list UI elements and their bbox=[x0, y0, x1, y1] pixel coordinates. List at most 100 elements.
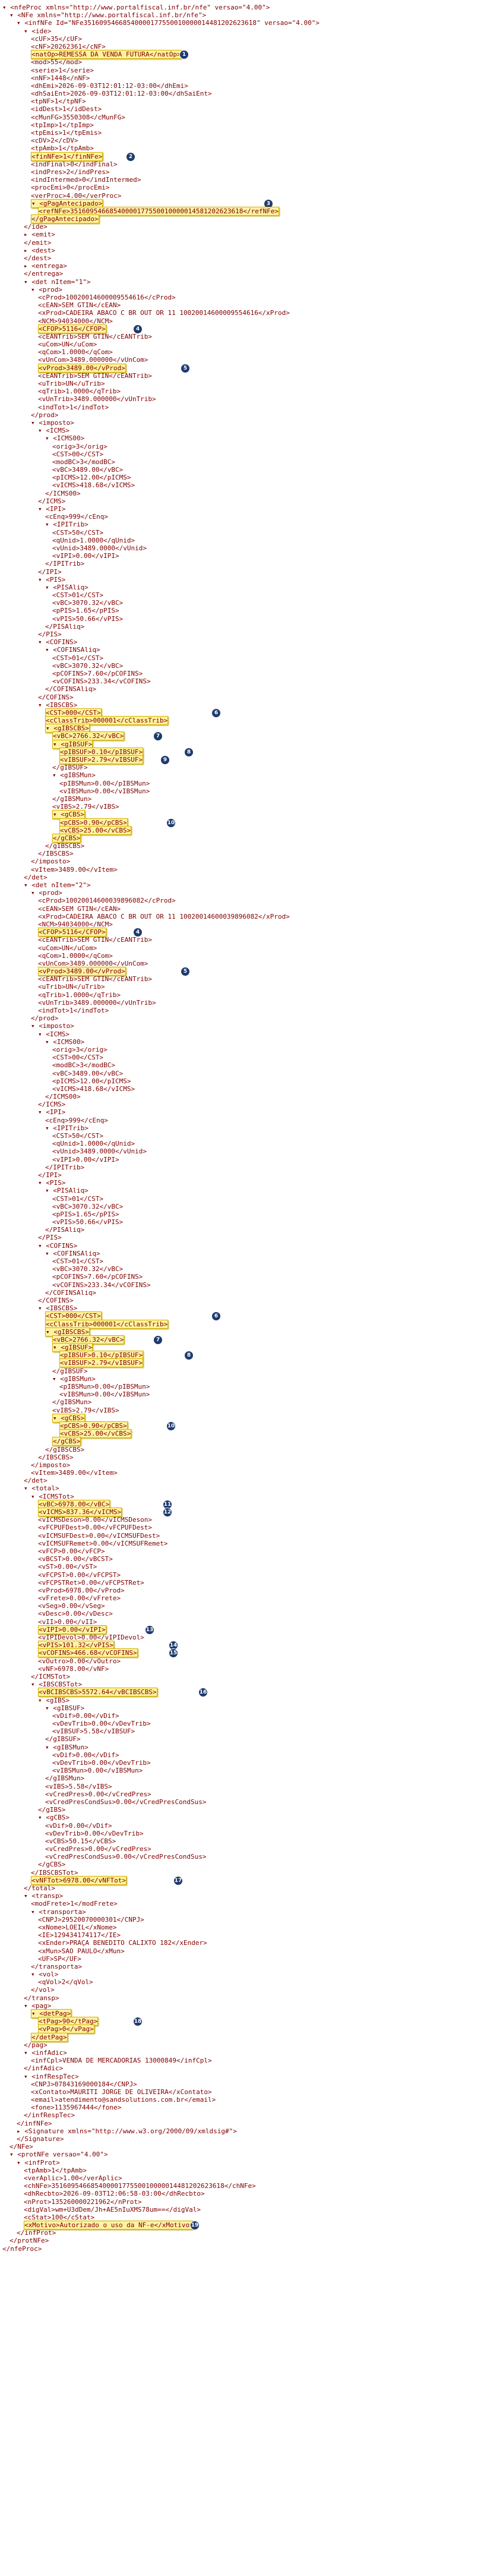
xml-line[interactable]: ▾ <protNFe versao="4.00"> bbox=[2, 2151, 484, 2158]
xml-line: <cEnq>999</cEnq> bbox=[2, 1117, 484, 1124]
xml-line[interactable]: ▾ <PISAliq> bbox=[2, 1187, 484, 1194]
xml-line[interactable]: ▾ <PISAliq> bbox=[2, 584, 484, 591]
xml-line[interactable]: ▾ <imposto> bbox=[2, 1022, 484, 1030]
xml-line[interactable]: ▾ <IPI> bbox=[2, 1108, 484, 1116]
xml-text: </gIBS> bbox=[38, 1806, 66, 1814]
xml-line[interactable]: ▾ <ICMS> bbox=[2, 427, 484, 434]
xml-text: <vUnid>3489.0000</vUnid> bbox=[52, 544, 147, 552]
xml-line: <vII>0.00</vII> bbox=[2, 1618, 484, 1626]
xml-line[interactable]: ▾ <prod> bbox=[2, 286, 484, 294]
xml-line[interactable]: ▾ <COFINSAliq> bbox=[2, 646, 484, 654]
xml-line[interactable]: ▾ <ICMS00> bbox=[2, 434, 484, 442]
xml-text: <email>atendimento@sandsolutions.com.br<… bbox=[31, 2096, 216, 2104]
xml-text: <tpNF>1</tpNF> bbox=[31, 97, 86, 106]
xml-text: </COFINS> bbox=[38, 1296, 74, 1304]
xml-text: <vBC>3070.32</vBC> bbox=[52, 1202, 124, 1210]
xml-line[interactable]: ▾ <ICMS00> bbox=[2, 1038, 484, 1046]
xml-line: <vCOFINS>233.34</vCOFINS> bbox=[2, 677, 484, 685]
xml-line[interactable]: ▾ <det nItem="1"> bbox=[2, 278, 484, 286]
xml-text: <uTrib>UN</uTrib> bbox=[38, 983, 105, 991]
xml-line[interactable]: ▾ <COFINS> bbox=[2, 638, 484, 646]
xml-text: </gIBSUF> bbox=[52, 1367, 88, 1375]
xml-line: <vCOFINS>466.68</vCOFINS> 15 bbox=[2, 1648, 484, 1659]
xml-line[interactable]: ▾ <infProt> bbox=[2, 2159, 484, 2167]
xml-text: <UF>SP</UF> bbox=[38, 1954, 81, 1963]
xml-line[interactable]: ▾ <IPI> bbox=[2, 505, 484, 513]
xml-line[interactable]: ▾ <infAdic> bbox=[2, 2049, 484, 2057]
xml-line[interactable]: ▾ <transporta> bbox=[2, 1908, 484, 1916]
xml-line[interactable]: ▾ <pag> bbox=[2, 2002, 484, 2010]
xml-text: <dhRecbto>2026-09-03T12:06:58-03:00</dhR… bbox=[24, 2190, 205, 2198]
xml-line[interactable]: ▾ <ICMSTot> bbox=[2, 1493, 484, 1500]
xml-text: <vPIS>50.66</vPIS> bbox=[52, 614, 124, 623]
xml-line[interactable]: ▾ <imposto> bbox=[2, 419, 484, 427]
xml-line[interactable]: ▾ <ICMS> bbox=[2, 1030, 484, 1038]
xml-text: </PIS> bbox=[38, 1234, 62, 1242]
xml-text: <vDesc>0.00</vDesc> bbox=[38, 1610, 113, 1618]
xml-line[interactable]: ▾ <gIBS> bbox=[2, 1697, 484, 1704]
xml-text: ▾ <det nItem="1"> bbox=[24, 278, 91, 286]
xml-line[interactable]: ▾ <COFINSAliq> bbox=[2, 1250, 484, 1257]
xml-text: <uTrib>UN</uTrib> bbox=[38, 380, 105, 387]
xml-text: </NFe> bbox=[10, 2143, 33, 2151]
xml-text: ▾ <ICMS00> bbox=[45, 434, 85, 443]
xml-line[interactable]: ▾ <gCBS> bbox=[2, 1814, 484, 1821]
xml-line[interactable]: ▸ <Signature xmlns="http://www.w3.org/20… bbox=[2, 2127, 484, 2135]
xml-text: <cEAN>SEM GTIN</cEAN> bbox=[38, 904, 121, 913]
xml-line[interactable]: ▾ <gIBSMun> bbox=[2, 1743, 484, 1751]
xml-line: </vol> bbox=[2, 1986, 484, 1994]
xml-text: <vUnCom>3489.000000</vUnCom> bbox=[38, 959, 148, 967]
xml-text: <vItem>3489.00</vItem> bbox=[31, 1469, 118, 1477]
xml-text: <CST>00</CST> bbox=[52, 450, 104, 458]
xml-line: <finNFe>1</finNFe> 2 bbox=[2, 152, 484, 162]
xml-line[interactable]: ▾ <gCBS> bbox=[2, 1413, 484, 1423]
xml-line[interactable]: ▾ <IPITrib> bbox=[2, 1124, 484, 1132]
xml-text: <pIBSMun>0.00</pIBSMun> bbox=[59, 1383, 150, 1391]
xml-line[interactable]: ▾ <infRespTec> bbox=[2, 2073, 484, 2080]
xml-text: <CST>50</CST> bbox=[52, 1132, 104, 1140]
xml-text: <cDV>2</cDV> bbox=[31, 137, 78, 145]
xml-line[interactable]: ▸ <emit> bbox=[2, 231, 484, 238]
xml-line[interactable]: ▾ <total> bbox=[2, 1484, 484, 1492]
xml-line: <cDV>2</cDV> bbox=[2, 137, 484, 144]
xml-line: </COFINS> bbox=[2, 1297, 484, 1304]
xml-line: </prod> bbox=[2, 411, 484, 419]
xml-line[interactable]: ▾ <gIBSUF> bbox=[2, 1704, 484, 1712]
xml-line: <cClassTrib>000001</cClassTrib> bbox=[2, 1319, 484, 1329]
xml-text: <qUnid>1.0000</qUnid> bbox=[52, 1140, 135, 1148]
xml-text: <CST>01</CST> bbox=[52, 1194, 104, 1203]
xml-text: <cUF>35</cUF> bbox=[31, 34, 83, 43]
xml-line[interactable]: ▾ <gCBS> bbox=[2, 810, 484, 819]
xml-line[interactable]: ▾ <PIS> bbox=[2, 1179, 484, 1187]
xml-text: </entrega> bbox=[24, 270, 64, 278]
xml-line[interactable]: ▾ <det nItem="2"> bbox=[2, 881, 484, 889]
xml-line[interactable]: ▸ <dest> bbox=[2, 247, 484, 254]
xml-line[interactable]: ▸ <entrega> bbox=[2, 262, 484, 270]
xml-line[interactable]: ▾ <vol> bbox=[2, 1970, 484, 1978]
xml-line[interactable]: ▾ <NFe xmlns="http://www.portalfiscal.in… bbox=[2, 11, 484, 19]
xml-line: <vBC>3070.32</vBC> bbox=[2, 599, 484, 607]
xml-line[interactable]: ▾ <infNFe Id="NFe35160954668540000177550… bbox=[2, 19, 484, 27]
xml-text: <vII>0.00</vII> bbox=[38, 1618, 97, 1626]
xml-line[interactable]: ▾ <ide> bbox=[2, 27, 484, 35]
xml-line: <CST>01</CST> bbox=[2, 591, 484, 599]
xml-text: <nProt>135260000221962</nProt> bbox=[24, 2197, 142, 2206]
xml-line: </IBSCBS> bbox=[2, 850, 484, 857]
xml-line[interactable]: ▾ <gPagAntecipado> 3 bbox=[2, 198, 484, 209]
xml-text: <pPIS>1.65</pPIS> bbox=[52, 1210, 119, 1218]
xml-line: <nProt>135260000221962</nProt> bbox=[2, 2198, 484, 2206]
xml-line[interactable]: ▾ <PIS> bbox=[2, 576, 484, 584]
xml-line[interactable]: ▾ <IPITrib> bbox=[2, 521, 484, 528]
xml-line[interactable]: ▾ <COFINS> bbox=[2, 1242, 484, 1250]
xml-line[interactable]: ▾ <gIBSUF> bbox=[2, 739, 484, 749]
xml-line[interactable]: ▾ <gIBSMun> bbox=[2, 1375, 484, 1383]
xml-text: <vCredPresCondSus>0.00</vCredPresCondSus… bbox=[45, 1798, 207, 1806]
xml-line[interactable]: ▾ <nfeProc xmlns="http://www.portalfisca… bbox=[2, 4, 484, 11]
xml-text: <vCOFINS>233.34</vCOFINS> bbox=[52, 677, 151, 686]
xml-line[interactable]: ▾ <IBSCBS> bbox=[2, 701, 484, 709]
xml-line[interactable]: ▾ <gIBSCBS> bbox=[2, 1327, 484, 1336]
xml-line[interactable]: ▾ <prod> bbox=[2, 889, 484, 897]
xml-line[interactable]: ▾ <transp> bbox=[2, 1892, 484, 1900]
xml-text: </infAdic> bbox=[24, 2064, 64, 2073]
xml-line[interactable]: ▾ <gIBSMun> bbox=[2, 771, 484, 779]
